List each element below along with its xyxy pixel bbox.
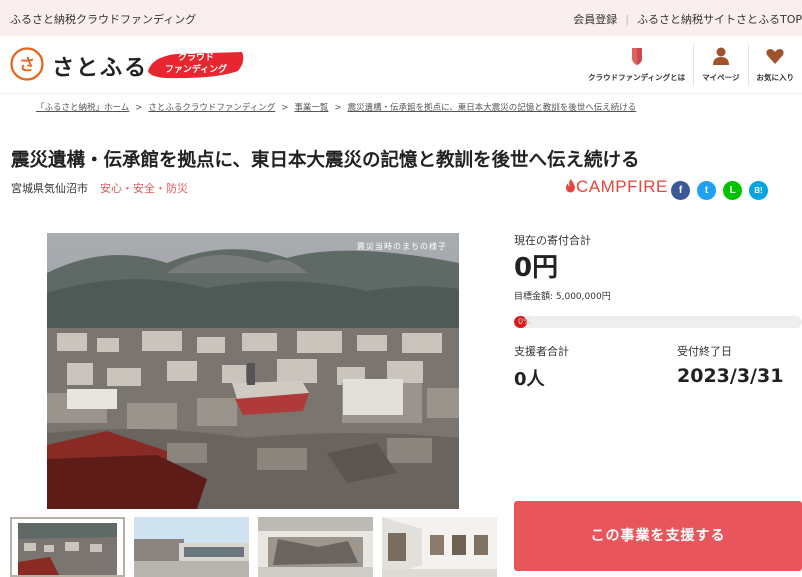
- supporters-value: 0人: [514, 369, 545, 390]
- satofull-logo-icon[interactable]: さ: [10, 47, 44, 81]
- breadcrumb: 「ふるさと納税」ホーム > さとふるクラウドファンディング > 事業一覧 > 震災遺構・伝承…: [36, 101, 636, 113]
- flame-icon: [566, 179, 575, 193]
- svg-text:さ: さ: [19, 55, 35, 74]
- support-project-button[interactable]: この事業を支援する: [514, 501, 802, 571]
- badge-line2: ファンディング: [164, 65, 228, 75]
- donation-value: 0円: [514, 253, 559, 283]
- category-tag[interactable]: 安心・安全・防災: [100, 182, 188, 195]
- thumbnail-image: [10, 517, 125, 577]
- goal-amount: 目標金額: 5,000,000円: [514, 292, 611, 302]
- crowdfunding-badge[interactable]: クラウド ファンディング: [146, 49, 246, 81]
- thumbnail-image: [134, 517, 249, 577]
- hero-image[interactable]: 震災当時のまちの様子: [47, 233, 459, 509]
- nav-about-crowdfunding[interactable]: クラウドファンディングとは: [580, 44, 693, 86]
- heart-icon: [766, 49, 784, 64]
- donation-label: 現在の寄付合計: [514, 234, 591, 247]
- hatena-icon[interactable]: B!: [749, 181, 768, 200]
- campfire-text: CAMPFIRE: [576, 177, 668, 196]
- badge-line1: クラウド: [177, 53, 214, 63]
- breadcrumb-home[interactable]: 「ふるさと納税」ホーム: [36, 103, 129, 113]
- facebook-icon[interactable]: f: [671, 181, 690, 200]
- thumbnail-1[interactable]: [10, 517, 125, 577]
- site-header: さ さとふる クラウド ファンディング クラウドファンディングとは マイページ: [0, 36, 802, 94]
- page-title: 震災遺構・伝承館を拠点に、東日本大震災の記憶と教訓を後世へ伝え続ける: [11, 150, 640, 171]
- line-icon[interactable]: L: [723, 181, 742, 200]
- logo-text[interactable]: さとふる: [52, 50, 148, 82]
- breadcrumb-projects[interactable]: 事業一覧: [294, 103, 328, 113]
- top-links: 会員登録 | ふるさと納税サイトさとふるTOP: [573, 11, 802, 27]
- breadcrumb-current[interactable]: 震災遺構・伝承館を拠点に、東日本大震災の記憶と教訓を後世へ伝え続ける: [348, 103, 637, 113]
- nav-label: クラウドファンディングとは: [588, 73, 686, 82]
- campfire-logo[interactable]: CAMPFIRE: [565, 177, 668, 197]
- chevron-right-icon: >: [135, 103, 143, 113]
- site-name[interactable]: ふるさと納税クラウドファンディング: [10, 11, 196, 27]
- chevron-right-icon: >: [334, 103, 342, 113]
- thumbnail-2[interactable]: [134, 517, 249, 577]
- progress-bar: 0%: [514, 316, 802, 328]
- site-top-link[interactable]: ふるさと納税サイトさとふるTOP: [637, 13, 802, 26]
- header-nav: クラウドファンディングとは マイページ お気に入り: [580, 44, 802, 86]
- nav-label: マイページ: [702, 73, 740, 82]
- chevron-right-icon: >: [281, 103, 289, 113]
- hero-caption: 震災当時のまちの様子: [357, 241, 447, 251]
- thumbnail-4[interactable]: [382, 517, 497, 577]
- nav-label: お気に入り: [756, 73, 795, 82]
- progress-percent: 0%: [518, 317, 531, 326]
- nav-favorites[interactable]: お気に入り: [747, 44, 802, 86]
- register-link[interactable]: 会員登録: [573, 13, 617, 26]
- tsunami-scene-image: 震災当時のまちの様子: [47, 233, 459, 509]
- deadline-label: 受付終了日: [677, 345, 732, 358]
- project-meta: 宮城県気仙沼市 安心・安全・防災: [11, 180, 188, 196]
- deadline-value: 2023/3/31: [677, 365, 784, 387]
- user-icon: [712, 47, 729, 65]
- thumbnail-3[interactable]: [258, 517, 373, 577]
- supporters-label: 支援者合計: [514, 345, 569, 358]
- thumbnail-image: [382, 517, 497, 577]
- twitter-icon[interactable]: t: [697, 181, 716, 200]
- location[interactable]: 宮城県気仙沼市: [11, 182, 88, 195]
- breadcrumb-crowdfunding[interactable]: さとふるクラウドファンディング: [148, 103, 275, 113]
- divider: |: [625, 13, 629, 26]
- thumbnail-image: [258, 517, 373, 577]
- nav-mypage[interactable]: マイページ: [693, 44, 747, 86]
- top-bar: ふるさと納税クラウドファンディング 会員登録 | ふるさと納税サイトさとふるTOP: [0, 0, 802, 36]
- shield-icon: [631, 48, 642, 65]
